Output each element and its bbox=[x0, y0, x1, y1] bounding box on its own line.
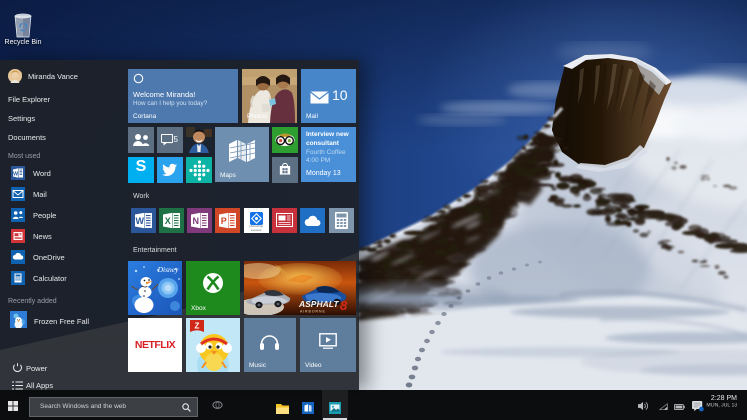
svg-text:8: 8 bbox=[340, 298, 348, 313]
svg-text:P: P bbox=[221, 216, 227, 226]
svg-text:W: W bbox=[13, 171, 19, 177]
svg-text:N: N bbox=[193, 216, 200, 226]
svg-text:ASPHALT: ASPHALT bbox=[298, 299, 339, 309]
svg-text:W: W bbox=[135, 216, 144, 226]
svg-text:Z: Z bbox=[195, 322, 200, 331]
svg-text:Disney: Disney bbox=[157, 265, 179, 274]
svg-text:X: X bbox=[164, 216, 170, 226]
svg-text:A I R B O R N E: A I R B O R N E bbox=[300, 309, 326, 313]
